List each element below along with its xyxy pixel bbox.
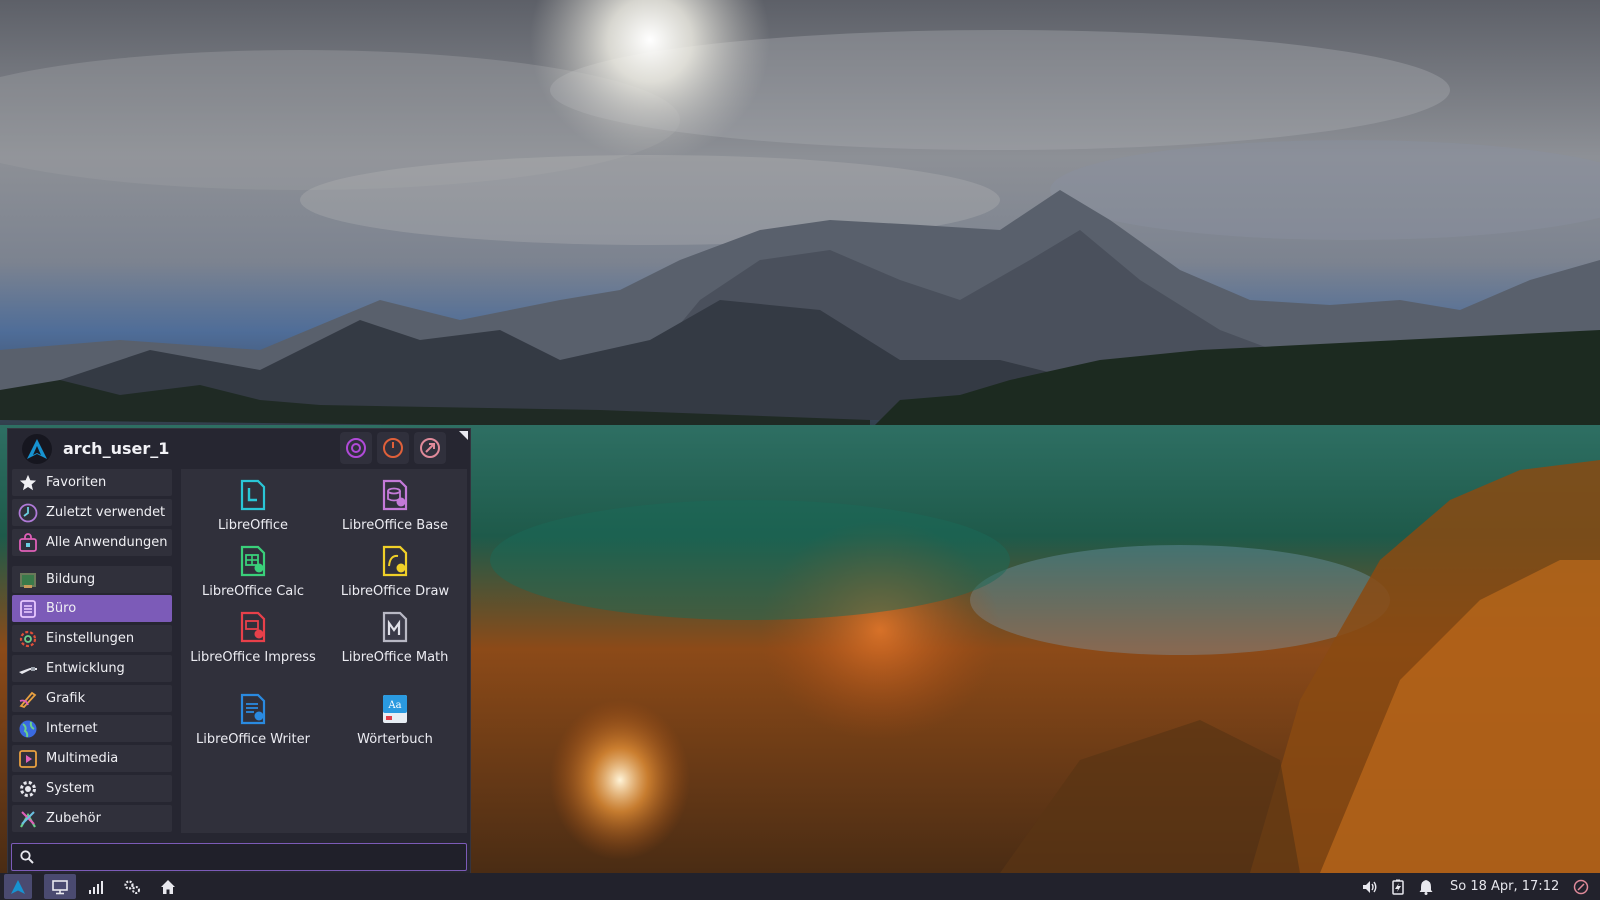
category-internet[interactable]: Internet [12, 715, 172, 742]
volume-icon [1363, 880, 1377, 893]
show-desktop-button[interactable] [44, 874, 76, 899]
category-label: Einstellungen [46, 631, 135, 646]
search-input[interactable] [42, 847, 458, 867]
category-bildung[interactable]: Bildung [12, 566, 172, 593]
app-woerterbuch[interactable]: Aa Wörterbuch [325, 693, 465, 748]
app-libreoffice-math[interactable]: LibreOffice Math [325, 611, 465, 666]
category-label: Internet [46, 721, 98, 736]
category-einstellungen[interactable]: Einstellungen [12, 625, 172, 652]
taskbar: So 18 Apr, 17:12 [0, 873, 1600, 900]
app-libreoffice-base[interactable]: LibreOffice Base [325, 479, 465, 534]
category-label: Multimedia [46, 751, 119, 766]
app-label: LibreOffice Base [342, 518, 448, 533]
application-menu: arch_user_1 Favoriten Zuletzt verwendet … [7, 428, 471, 874]
dictionary-icon: Aa [379, 693, 411, 725]
star-icon [17, 472, 39, 494]
all-apps-icon [17, 532, 39, 554]
category-label: System [46, 781, 95, 796]
category-label: Büro [46, 601, 77, 616]
system-gear-icon [17, 778, 39, 800]
svg-text:Aa: Aa [387, 700, 401, 711]
system-monitor-button[interactable] [80, 874, 112, 899]
settings-icon [17, 628, 39, 650]
app-grid: LibreOffice LibreOffice Base LibreOffice… [181, 469, 467, 833]
session-icon [1573, 879, 1589, 894]
app-label: Wörterbuch [357, 732, 433, 747]
category-zuletzt-verwendet[interactable]: Zuletzt verwendet [12, 499, 172, 526]
office-icon [17, 598, 39, 620]
search-icon [20, 850, 34, 864]
app-libreoffice-draw[interactable]: LibreOffice Draw [325, 545, 465, 600]
home-folder-button[interactable] [152, 874, 184, 899]
lock-screen-button[interactable] [340, 432, 372, 464]
libreoffice-writer-icon [237, 693, 269, 725]
notifications-button[interactable] [1414, 874, 1438, 899]
app-libreoffice[interactable]: LibreOffice [183, 479, 323, 534]
power-button[interactable] [377, 432, 409, 464]
category-label: Zubehör [46, 811, 101, 826]
bell-icon [1419, 879, 1433, 895]
search-box [11, 843, 467, 871]
logout-button[interactable] [414, 432, 446, 464]
category-label: Alle Anwendungen [46, 535, 168, 550]
development-icon [17, 658, 39, 680]
activity-bars-icon [89, 880, 103, 894]
category-label: Zuletzt verwendet [46, 505, 166, 520]
category-zubehoer[interactable]: Zubehör [12, 805, 172, 832]
power-manager-button[interactable] [1386, 874, 1410, 899]
category-alle-anwendungen[interactable]: Alle Anwendungen [12, 529, 172, 556]
category-favoriten[interactable]: Favoriten [12, 469, 172, 496]
arch-logo-icon [22, 434, 52, 464]
desktop-icon [52, 879, 68, 894]
libreoffice-draw-icon [379, 545, 411, 577]
category-grafik[interactable]: Grafik [12, 685, 172, 712]
libreoffice-math-icon [379, 611, 411, 643]
libreoffice-base-icon [379, 479, 411, 511]
category-label: Entwicklung [46, 661, 125, 676]
internet-icon [17, 718, 39, 740]
libreoffice-calc-icon [237, 545, 269, 577]
category-entwicklung[interactable]: Entwicklung [12, 655, 172, 682]
multimedia-icon [17, 748, 39, 770]
app-label: LibreOffice Math [341, 650, 449, 665]
category-multimedia[interactable]: Multimedia [12, 745, 172, 772]
power-icon [383, 438, 403, 458]
category-buero[interactable]: Büro [12, 595, 172, 622]
settings-manager-button[interactable] [116, 874, 148, 899]
education-icon [17, 569, 39, 591]
clock[interactable]: So 18 Apr, 17:12 [1450, 879, 1559, 894]
accessories-icon [17, 808, 39, 830]
app-label: LibreOffice [217, 518, 289, 533]
battery-charging-icon [1392, 879, 1404, 895]
category-label: Grafik [46, 691, 86, 706]
app-label: LibreOffice Impress [190, 650, 316, 665]
clock-icon [17, 502, 39, 524]
app-label: LibreOffice Calc [201, 584, 305, 599]
logout-icon [420, 438, 440, 458]
settings-gears-icon [124, 879, 140, 894]
volume-button[interactable] [1358, 874, 1382, 899]
lock-screen-icon [346, 438, 366, 458]
category-system[interactable]: System [12, 775, 172, 802]
libreoffice-impress-icon [237, 611, 269, 643]
graphics-icon [17, 688, 39, 710]
app-label: LibreOffice Draw [340, 584, 450, 599]
category-label: Bildung [46, 572, 96, 587]
arch-launcher-icon [11, 879, 25, 894]
category-label: Favoriten [46, 475, 107, 490]
menu-header: arch_user_1 [8, 429, 470, 467]
menu-launcher-button[interactable] [4, 874, 32, 899]
app-libreoffice-impress[interactable]: LibreOffice Impress [183, 611, 323, 666]
user-name: arch_user_1 [63, 439, 170, 458]
app-libreoffice-writer[interactable]: LibreOffice Writer [183, 693, 323, 748]
libreoffice-icon [237, 479, 269, 511]
app-label: LibreOffice Writer [196, 732, 310, 747]
app-libreoffice-calc[interactable]: LibreOffice Calc [183, 545, 323, 600]
session-button[interactable] [1568, 874, 1594, 899]
home-icon [161, 879, 175, 894]
